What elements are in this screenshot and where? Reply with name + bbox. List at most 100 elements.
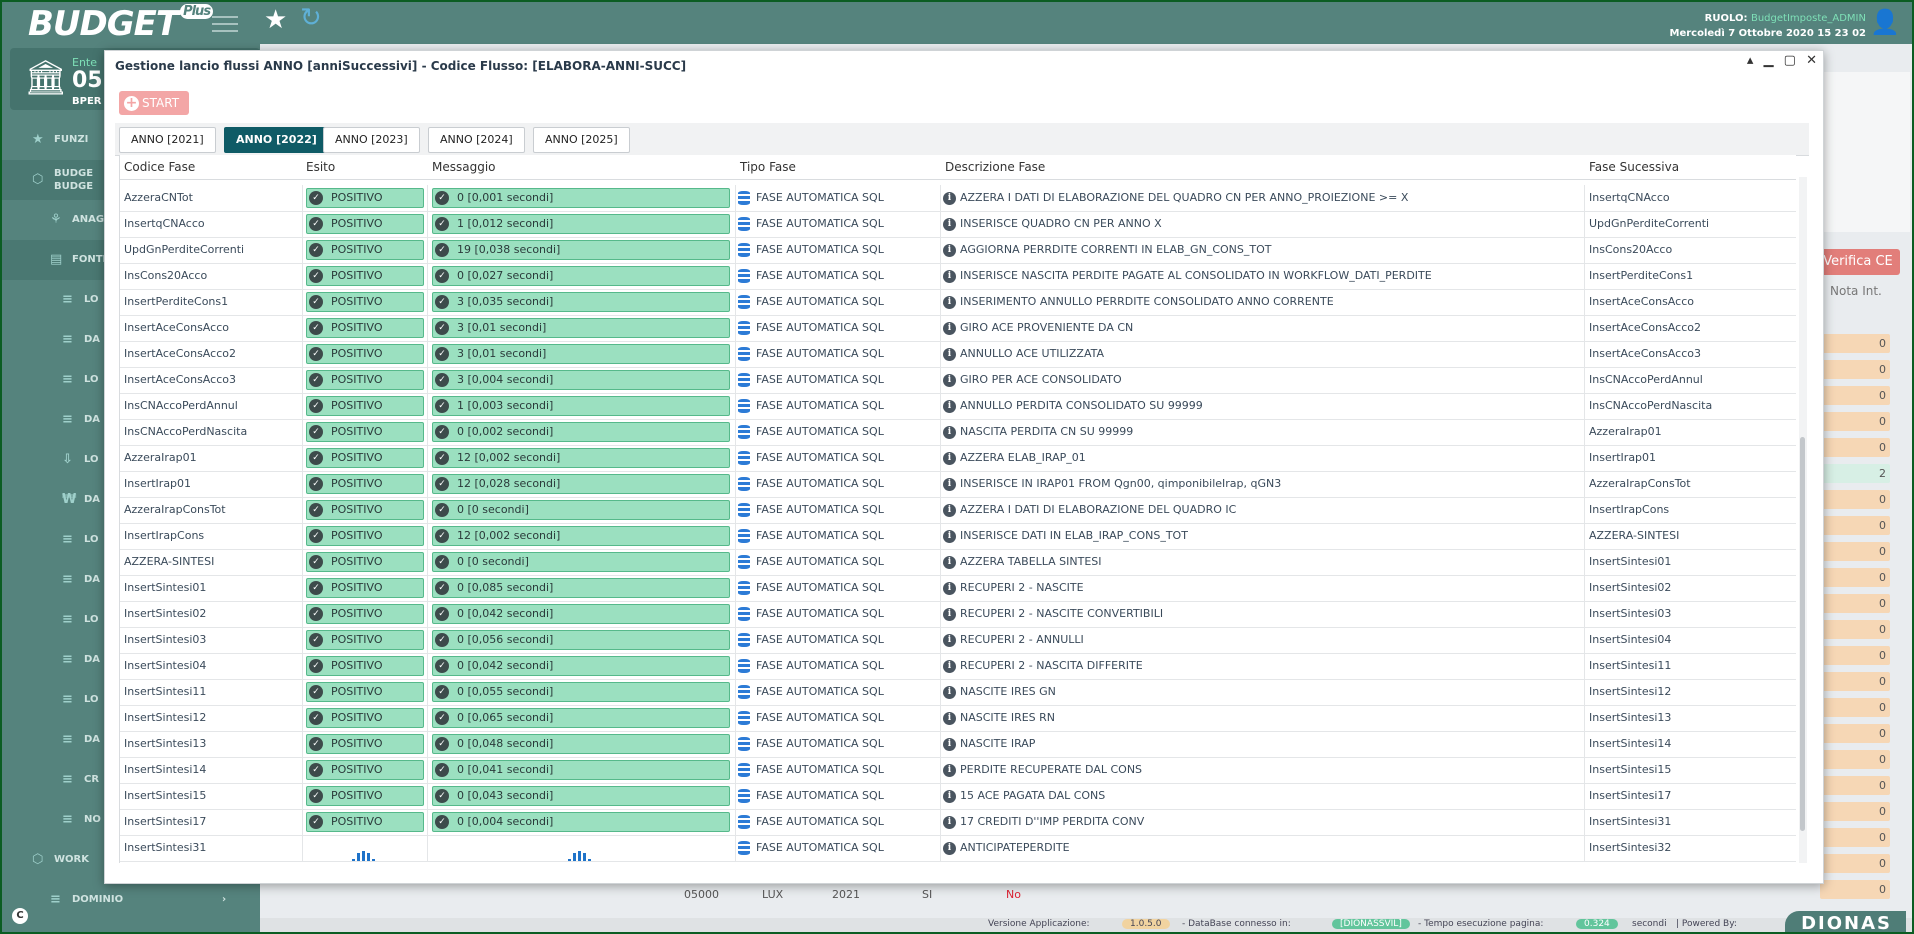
table-row[interactable]: InsertPerditeCons1 ✓ POSITIVO ✓ 3 [0,035 sec…	[120, 289, 1796, 316]
start-button[interactable]: + START	[119, 91, 189, 115]
info-icon[interactable]: i	[943, 685, 956, 699]
background-value-cell: 0	[1820, 334, 1890, 353]
col-messaggio[interactable]: Messaggio	[432, 160, 496, 174]
table-row[interactable]: InsertSintesi12 ✓ POSITIVO ✓ 0 [0,065 second…	[120, 705, 1796, 732]
info-icon[interactable]: i	[943, 529, 956, 543]
table-row[interactable]: InsCons20Acco ✓ POSITIVO ✓ 0 [0,027 secondi]…	[120, 263, 1796, 290]
minimize-icon[interactable]: ▁	[1764, 53, 1774, 68]
refresh-icon[interactable]: ↻	[300, 3, 322, 33]
table-row[interactable]: InsertIrapCons ✓ POSITIVO ✓ 12 [0,002 second…	[120, 523, 1796, 550]
info-icon[interactable]: i	[943, 711, 956, 725]
list-icon: ≡	[62, 292, 73, 307]
table-row[interactable]: InsertSintesi01 ✓ POSITIVO ✓ 0 [0,085 second…	[120, 575, 1796, 602]
cell-descrizione-fase: i AGGIORNA PERRDITE CORRENTI IN ELAB_GN_C…	[941, 237, 1585, 263]
chevron-right-icon: ›	[222, 894, 227, 905]
info-icon[interactable]: i	[943, 815, 956, 829]
col-tipo-fase[interactable]: Tipo Fase	[740, 160, 796, 174]
verifica-ce-button[interactable]: Verifica CE	[1816, 249, 1900, 275]
info-icon[interactable]: i	[943, 763, 956, 777]
list-icon: ≡	[62, 572, 73, 587]
info-icon[interactable]: i	[943, 477, 956, 491]
info-icon[interactable]: i	[943, 217, 956, 231]
info-icon[interactable]: i	[943, 503, 956, 517]
info-icon[interactable]: i	[943, 321, 956, 335]
table-row[interactable]: InsertAceConsAcco3 ✓ POSITIVO ✓ 3 [0,004 sec…	[120, 367, 1796, 394]
hamburger-icon[interactable]	[212, 11, 238, 37]
cell-messaggio: ✓ 0 [0,042 secondi]	[428, 653, 736, 679]
table-row[interactable]: AzzeraIrap01 ✓ POSITIVO ✓ 12 [0,002 secondi]…	[120, 445, 1796, 472]
cell-messaggio: ✓ 3 [0,004 secondi]	[428, 367, 736, 393]
cell-codice-fase: AZZERA-SINTESI	[120, 549, 303, 575]
info-icon[interactable]: i	[943, 841, 956, 855]
info-icon[interactable]: i	[943, 425, 956, 439]
close-icon[interactable]: ✕	[1806, 53, 1817, 68]
table-row[interactable]: InsertSintesi17 ✓ POSITIVO ✓ 0 [0,004 second…	[120, 809, 1796, 836]
info-icon[interactable]: i	[943, 243, 956, 257]
info-icon[interactable]: i	[943, 347, 956, 361]
scrollbar-thumb[interactable]	[1800, 437, 1805, 831]
table-row[interactable]: InsertqCNAcco ✓ POSITIVO ✓ 1 [0,012 secondi]…	[120, 211, 1796, 238]
cell-tipo-fase: FASE AUTOMATICA SQL	[736, 835, 941, 861]
table-row[interactable]: InsCNAccoPerdNascita ✓ POSITIVO ✓ 0 [0,002 s…	[120, 419, 1796, 446]
info-icon[interactable]: i	[943, 269, 956, 283]
top-bar: BUDGET Plus ★ ↻ RUOLO: BudgetImposte_ADMI…	[2, 2, 1912, 44]
table-row[interactable]: InsertSintesi02 ✓ POSITIVO ✓ 0 [0,042 second…	[120, 601, 1796, 628]
tab-anno-2[interactable]: ANNO [2023]	[323, 127, 420, 153]
table-row[interactable]: AzzeraCNTot ✓ POSITIVO ✓ 0 [0,001 secondi] FA…	[120, 185, 1796, 212]
table-row[interactable]: UpdGnPerditeCorrenti ✓ POSITIVO ✓ 19 [0,038 …	[120, 237, 1796, 264]
info-icon[interactable]: i	[943, 373, 956, 387]
tab-anno-3[interactable]: ANNO [2024]	[428, 127, 525, 153]
database-icon	[738, 685, 750, 699]
bg-cell-no: No	[1006, 888, 1021, 901]
table-row[interactable]: AzzeraIrapConsTot ✓ POSITIVO ✓ 0 [0 secondi]…	[120, 497, 1796, 524]
cell-fase-sucessiva: UpdGnPerditeCorrenti	[1589, 217, 1710, 230]
table-row[interactable]: InsertIrap01 ✓ POSITIVO ✓ 12 [0,028 secondi]…	[120, 471, 1796, 498]
table-row[interactable]: InsertSintesi15 ✓ POSITIVO ✓ 0 [0,043 second…	[120, 783, 1796, 810]
background-value-cell: 2	[1820, 464, 1890, 483]
table-row[interactable]: InsertAceConsAcco ✓ POSITIVO ✓ 3 [0,01 secon…	[120, 315, 1796, 342]
background-value-cell: 0	[1820, 776, 1890, 795]
info-icon[interactable]: i	[943, 737, 956, 751]
cell-fase-sucessiva: InsertSintesi15	[1589, 763, 1672, 776]
app-logo[interactable]: BUDGET Plus	[28, 4, 214, 44]
info-icon[interactable]: i	[943, 295, 956, 309]
table-row[interactable]: InsertSintesi14 ✓ POSITIVO ✓ 0 [0,041 second…	[120, 757, 1796, 784]
table-row[interactable]: InsCNAccoPerdAnnul ✓ POSITIVO ✓ 1 [0,003 sec…	[120, 393, 1796, 420]
table-row[interactable]: InsertSintesi13 ✓ POSITIVO ✓ 0 [0,048 second…	[120, 731, 1796, 758]
col-codice-fase[interactable]: Codice Fase	[124, 160, 195, 174]
cell-descrizione-fase: i AZZERA I DATI DI ELABORAZIONE DEL QUADR…	[941, 497, 1585, 523]
cell-esito: ✓ POSITIVO	[302, 705, 428, 731]
info-icon[interactable]: i	[943, 789, 956, 803]
table-row[interactable]: InsertSintesi11 ✓ POSITIVO ✓ 0 [0,055 second…	[120, 679, 1796, 706]
table-row[interactable]: InsertAceConsAcco2 ✓ POSITIVO ✓ 3 [0,01 seco…	[120, 341, 1796, 368]
info-icon[interactable]: i	[943, 607, 956, 621]
info-icon[interactable]: i	[943, 555, 956, 569]
info-icon[interactable]: i	[943, 451, 956, 465]
col-fase-sucessiva[interactable]: Fase Sucessiva	[1589, 160, 1679, 174]
table-row[interactable]: AZZERA-SINTESI ✓ POSITIVO ✓ 0 [0 secondi] FAS…	[120, 549, 1796, 576]
table-row[interactable]: InsertSintesi31 FASE AUTOMATICA SQL i ANTIC…	[120, 835, 1796, 862]
cell-esito: ✓ POSITIVO	[302, 263, 428, 289]
sidebar-item-label: DA	[84, 494, 101, 505]
tab-anno-1[interactable]: ANNO [2022]	[224, 127, 329, 153]
sidebar-item-19[interactable]: ≡ DOMINIO ›	[2, 880, 260, 920]
info-icon[interactable]: i	[943, 633, 956, 647]
info-icon[interactable]: i	[943, 659, 956, 673]
grid-scrollbar[interactable]	[1799, 177, 1807, 863]
col-descrizione-fase[interactable]: Descrizione Fase	[945, 160, 1045, 174]
status-badge: ✓ POSITIVO	[306, 188, 424, 208]
tab-anno-4[interactable]: ANNO [2025]	[533, 127, 630, 153]
info-icon[interactable]: i	[943, 191, 956, 205]
info-icon[interactable]: i	[943, 581, 956, 595]
table-row[interactable]: InsertSintesi04 ✓ POSITIVO ✓ 0 [0,042 second…	[120, 653, 1796, 680]
star-icon[interactable]: ★	[264, 5, 287, 35]
collapse-icon[interactable]: ▴	[1747, 53, 1754, 68]
info-icon[interactable]: i	[943, 399, 956, 413]
background-value-cell: 0	[1820, 620, 1890, 639]
user-icon[interactable]: 👤	[1870, 8, 1900, 36]
maximize-icon[interactable]: ▢	[1784, 53, 1796, 68]
table-row[interactable]: InsertSintesi03 ✓ POSITIVO ✓ 0 [0,056 second…	[120, 627, 1796, 654]
col-esito[interactable]: Esito	[306, 160, 335, 174]
cell-messaggio: ✓ 0 [0,001 secondi]	[428, 185, 736, 211]
tab-anno-0[interactable]: ANNO [2021]	[119, 127, 216, 153]
